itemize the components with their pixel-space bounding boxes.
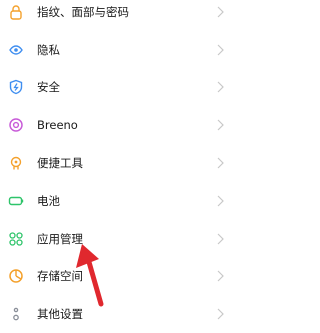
settings-item-label: 存储空间	[37, 269, 83, 284]
privacy-eye-icon	[7, 41, 25, 59]
settings-item-security[interactable]: 安全	[0, 69, 238, 107]
app-grid-icon	[7, 230, 25, 248]
settings-item-label: Breeno	[37, 118, 78, 133]
battery-icon	[7, 192, 25, 210]
chevron-right-icon	[217, 6, 224, 18]
settings-item-other-settings[interactable]: 其他设置	[0, 295, 238, 333]
settings-item-label: 安全	[37, 80, 60, 95]
chevron-right-icon	[217, 195, 224, 207]
settings-item-app-management[interactable]: 应用管理	[0, 220, 238, 258]
shield-icon	[7, 78, 25, 96]
chevron-right-icon	[217, 157, 224, 169]
settings-item-battery[interactable]: 电池	[0, 182, 238, 220]
chevron-right-icon	[217, 44, 224, 56]
more-settings-icon	[7, 305, 25, 323]
settings-item-fingerprint-face-password[interactable]: 指纹、面部与密码	[0, 0, 238, 31]
settings-item-label: 隐私	[37, 42, 60, 57]
settings-item-label: 其他设置	[37, 307, 83, 322]
settings-item-label: 便捷工具	[37, 156, 83, 171]
settings-item-storage[interactable]: 存储空间	[0, 258, 238, 296]
settings-item-privacy[interactable]: 隐私	[0, 31, 238, 69]
chevron-right-icon	[217, 233, 224, 245]
hand-tool-icon	[7, 154, 25, 172]
settings-item-breeno[interactable]: Breeno	[0, 106, 238, 144]
settings-list: 指纹、面部与密码 隐私 安全 Breeno 便捷工具 电池 应用管理 存储空间 …	[0, 0, 238, 333]
settings-item-label: 电池	[37, 193, 60, 208]
settings-item-label: 应用管理	[37, 231, 83, 246]
chevron-right-icon	[217, 81, 224, 93]
breeno-ring-icon	[7, 116, 25, 134]
settings-item-convenience-tools[interactable]: 便捷工具	[0, 144, 238, 182]
settings-item-label: 指纹、面部与密码	[37, 4, 129, 19]
storage-pie-icon	[7, 267, 25, 285]
chevron-right-icon	[217, 270, 224, 282]
fingerprint-lock-icon	[7, 3, 25, 21]
chevron-right-icon	[217, 119, 224, 131]
chevron-right-icon	[217, 308, 224, 320]
